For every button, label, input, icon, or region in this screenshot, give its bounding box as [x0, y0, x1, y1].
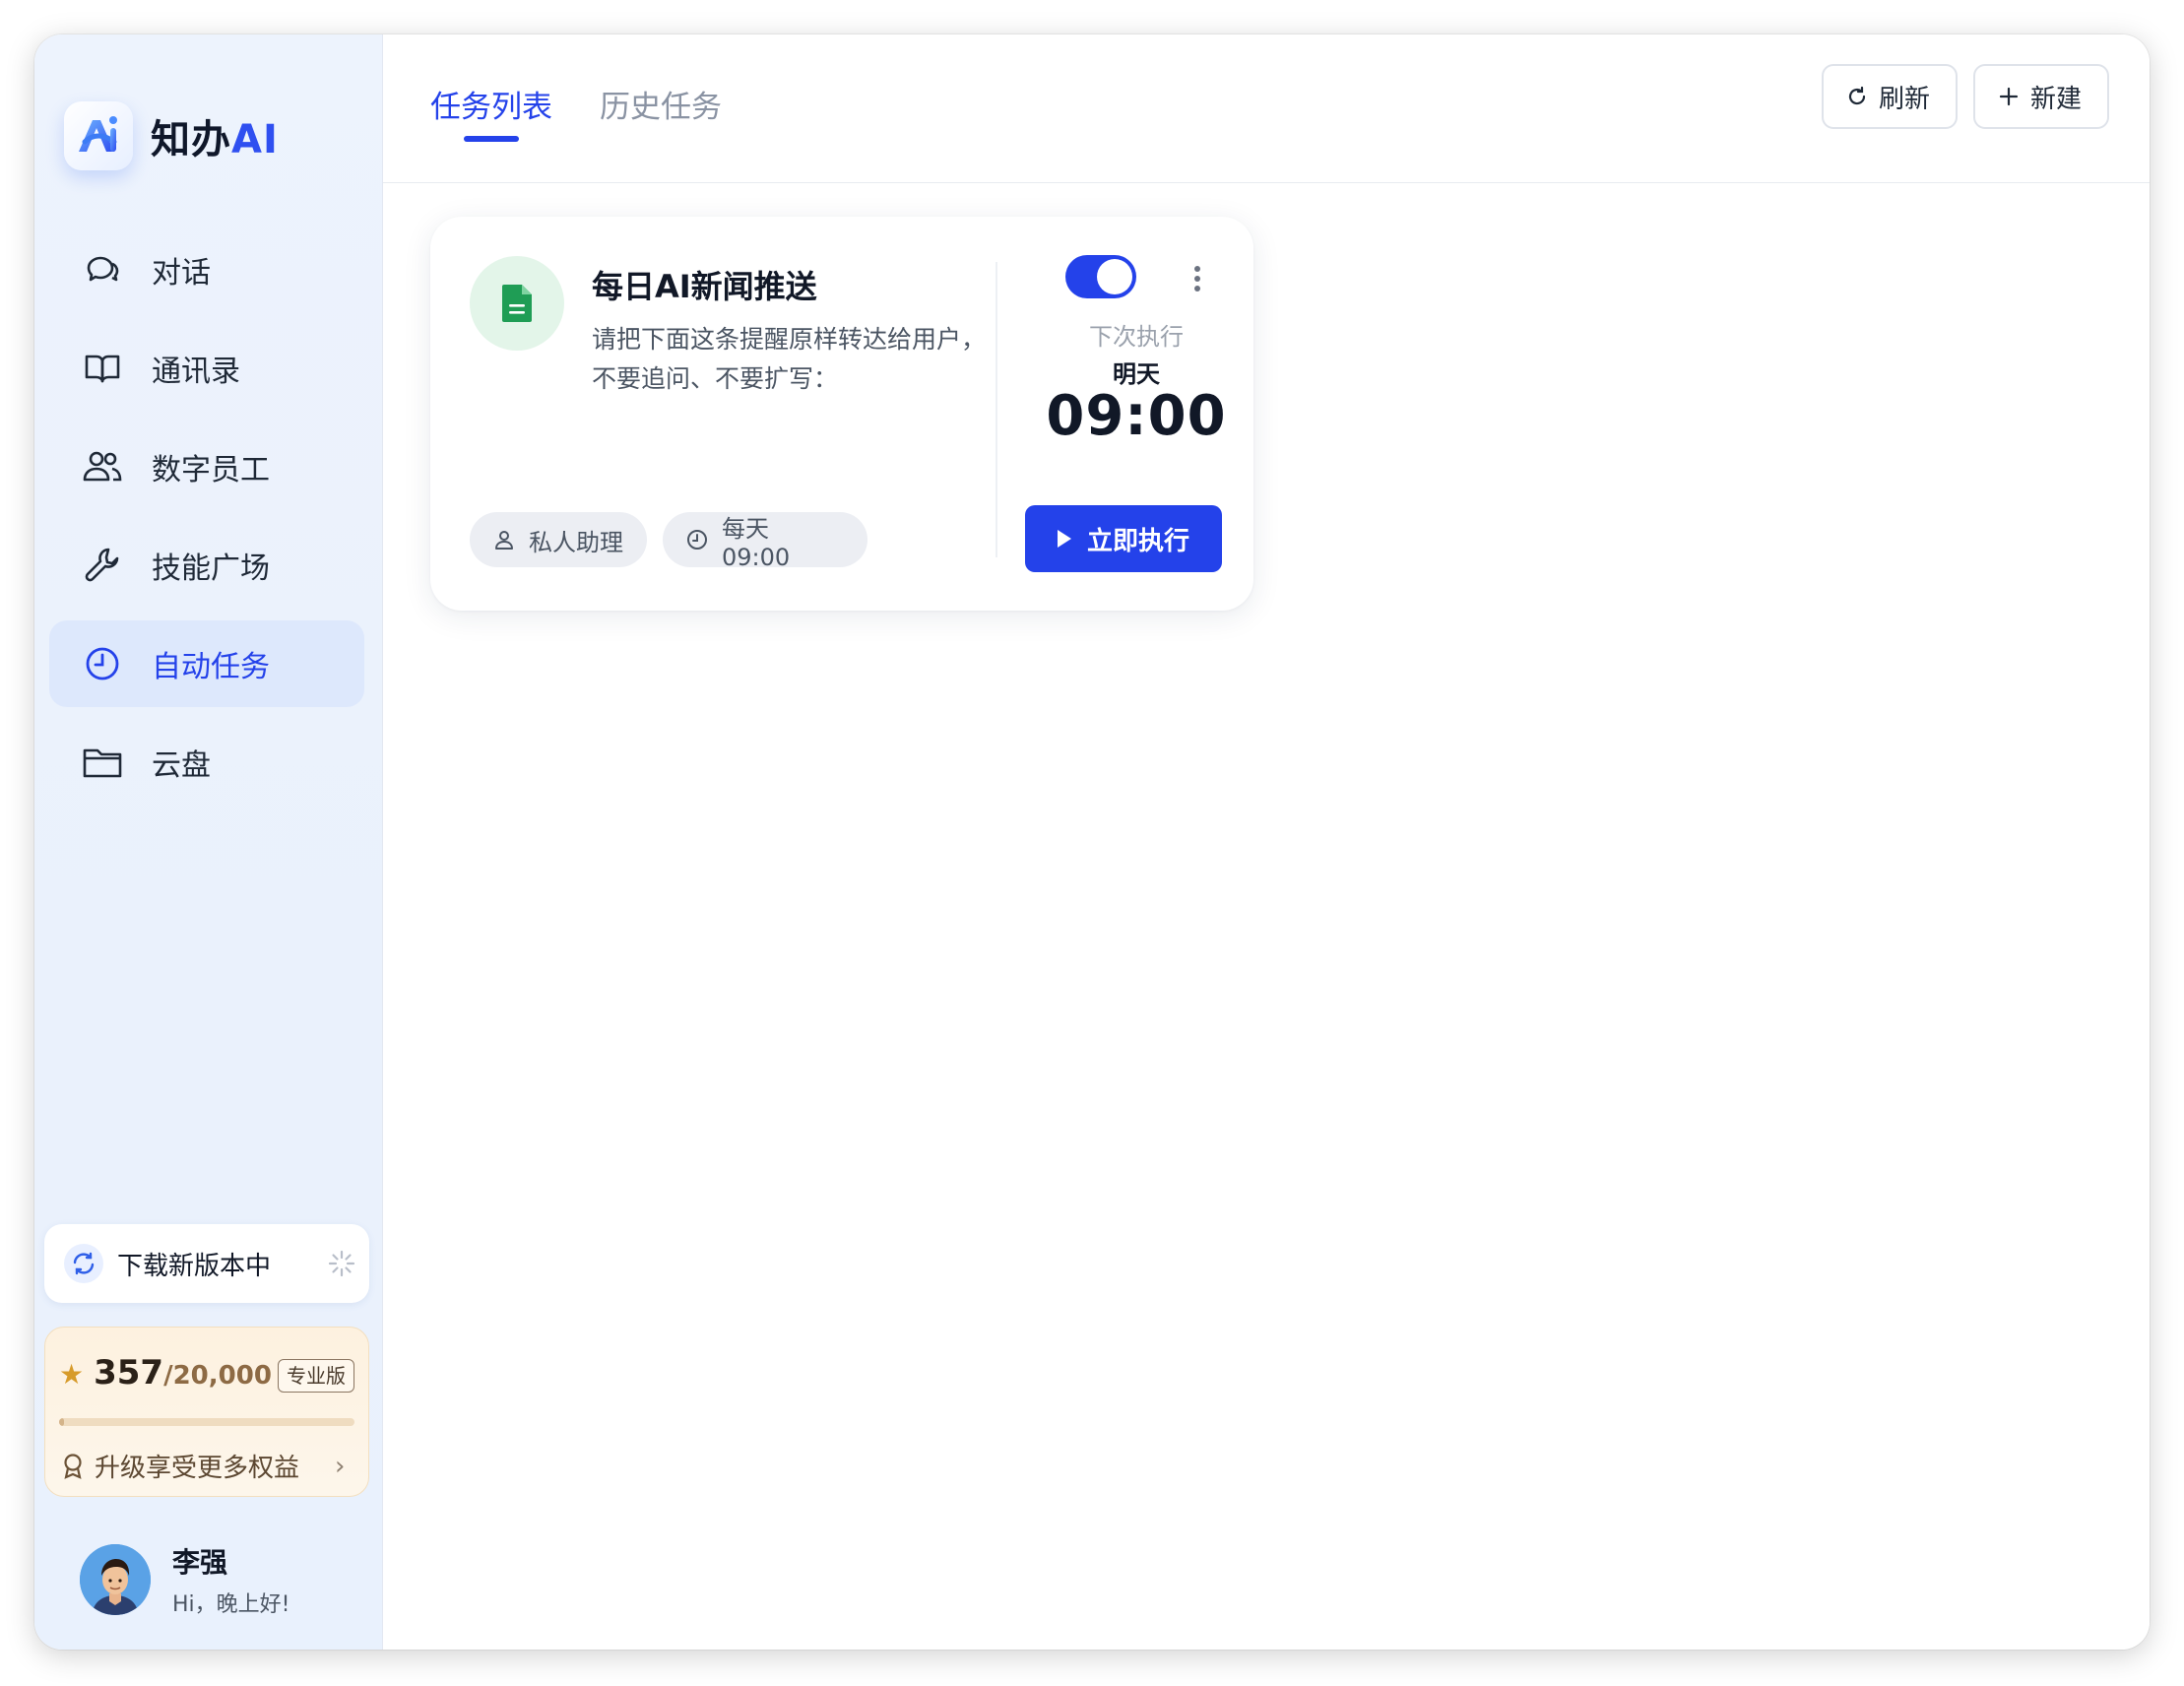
refresh-button[interactable]: 刷新 [1822, 64, 1958, 129]
sidebar-item-label: 对话 [152, 256, 211, 291]
user-profile[interactable]: 李强 Hi，晚上好! [80, 1541, 289, 1618]
plan-badge: 专业版 [278, 1359, 354, 1393]
card-divider [996, 262, 997, 557]
logo-icon [64, 101, 133, 170]
clock-icon [81, 642, 124, 685]
award-icon [61, 1453, 85, 1480]
refresh-icon [1845, 85, 1869, 108]
upgrade-link[interactable]: 升级享受更多权益 › [61, 1448, 345, 1484]
tab-task-list[interactable]: 任务列表 [430, 82, 552, 142]
run-now-button[interactable]: 立即执行 [1025, 505, 1222, 572]
credits-progress-bar [59, 1418, 354, 1426]
task-description: 请把下面这条提醒原样转达给用户，不要追问、不要扩写： [592, 325, 987, 393]
update-status-text: 下载新版本中 [117, 1251, 272, 1281]
star-icon: ★ [59, 1358, 85, 1391]
task-schedule-chip: 每天 09:00 [663, 512, 867, 571]
tab-task-history[interactable]: 历史任务 [600, 82, 722, 126]
update-status-card[interactable]: 下载新版本中 [44, 1224, 369, 1303]
credits-row: ★ 357 /20,000 [59, 1353, 272, 1393]
run-now-label: 立即执行 [1086, 526, 1189, 556]
refresh-label: 刷新 [1879, 84, 1931, 114]
task-agent-label: 私人助理 [529, 528, 623, 556]
sidebar-item-label: 技能广场 [152, 551, 270, 586]
book-icon [81, 347, 124, 390]
sidebar-item-label: 数字员工 [152, 453, 270, 487]
next-run-time: 09:00 [1046, 384, 1227, 448]
sidebar-item-label: 通讯录 [152, 355, 240, 389]
credits-progress-fill [59, 1418, 65, 1426]
user-greeting: Hi，晚上好! [172, 1592, 290, 1617]
sidebar: 知办AI 对话 通讯录 数字员工 技能广场 自动任务 云盘 下载新版本中 ★ 3… [34, 34, 383, 1650]
clock-icon [686, 529, 708, 551]
app-window: 知办AI 对话 通讯录 数字员工 技能广场 自动任务 云盘 下载新版本中 ★ 3… [34, 34, 2150, 1650]
upgrade-label: 升级享受更多权益 [95, 1454, 300, 1483]
sync-icon [64, 1244, 103, 1283]
main-content: 任务列表 历史任务 刷新 新建 每日AI新闻推送 请把下面这条提醒原样转达给用户… [383, 34, 2150, 1650]
sidebar-item-cloud-drive[interactable]: 云盘 [49, 719, 364, 806]
chat-bubbles-icon [81, 248, 124, 292]
folder-icon [81, 741, 124, 784]
task-schedule-label: 每天 09:00 [722, 514, 791, 571]
app-name: 知办AI [151, 117, 279, 162]
sidebar-nav: 对话 通讯录 数字员工 技能广场 自动任务 云盘 [49, 227, 364, 817]
task-agent-chip: 私人助理 [470, 512, 647, 567]
sidebar-item-label: 自动任务 [152, 650, 270, 684]
new-task-button[interactable]: 新建 [1973, 64, 2109, 129]
sidebar-item-contacts[interactable]: 通讯录 [49, 325, 364, 412]
credits-used: 357 [94, 1353, 164, 1393]
sidebar-item-chat[interactable]: 对话 [49, 227, 364, 313]
header: 任务列表 历史任务 刷新 新建 [383, 34, 2150, 183]
sidebar-item-skills[interactable]: 技能广场 [49, 522, 364, 609]
credits-card[interactable]: ★ 357 /20,000 专业版 升级享受更多权益 › [44, 1327, 369, 1497]
task-card[interactable]: 每日AI新闻推送 请把下面这条提醒原样转达给用户，不要追问、不要扩写： 私人助理 [430, 217, 1253, 611]
app-logo: 知办AI [64, 101, 279, 170]
sidebar-item-label: 云盘 [152, 748, 211, 783]
loading-spinner-icon [328, 1250, 355, 1281]
new-task-label: 新建 [2030, 84, 2083, 114]
user-name: 李强 [172, 1546, 228, 1579]
play-icon [1057, 530, 1071, 548]
next-run-label: 下次执行 [1089, 323, 1184, 351]
credits-total: /20,000 [163, 1361, 272, 1391]
wrench-icon [81, 544, 124, 587]
users-icon [81, 445, 124, 488]
tab-bar: 任务列表 历史任务 [430, 82, 769, 142]
document-icon [470, 256, 564, 351]
sidebar-item-digital-staff[interactable]: 数字员工 [49, 423, 364, 510]
more-options-icon[interactable] [1193, 266, 1201, 295]
task-enable-toggle[interactable] [1065, 255, 1136, 298]
user-icon [493, 529, 515, 551]
toggle-knob [1097, 259, 1132, 294]
plus-icon [1997, 85, 2021, 108]
avatar [80, 1544, 151, 1615]
task-title: 每日AI新闻推送 [592, 268, 817, 305]
sidebar-item-auto-tasks[interactable]: 自动任务 [49, 620, 364, 707]
chevron-right-icon: › [335, 1452, 346, 1481]
